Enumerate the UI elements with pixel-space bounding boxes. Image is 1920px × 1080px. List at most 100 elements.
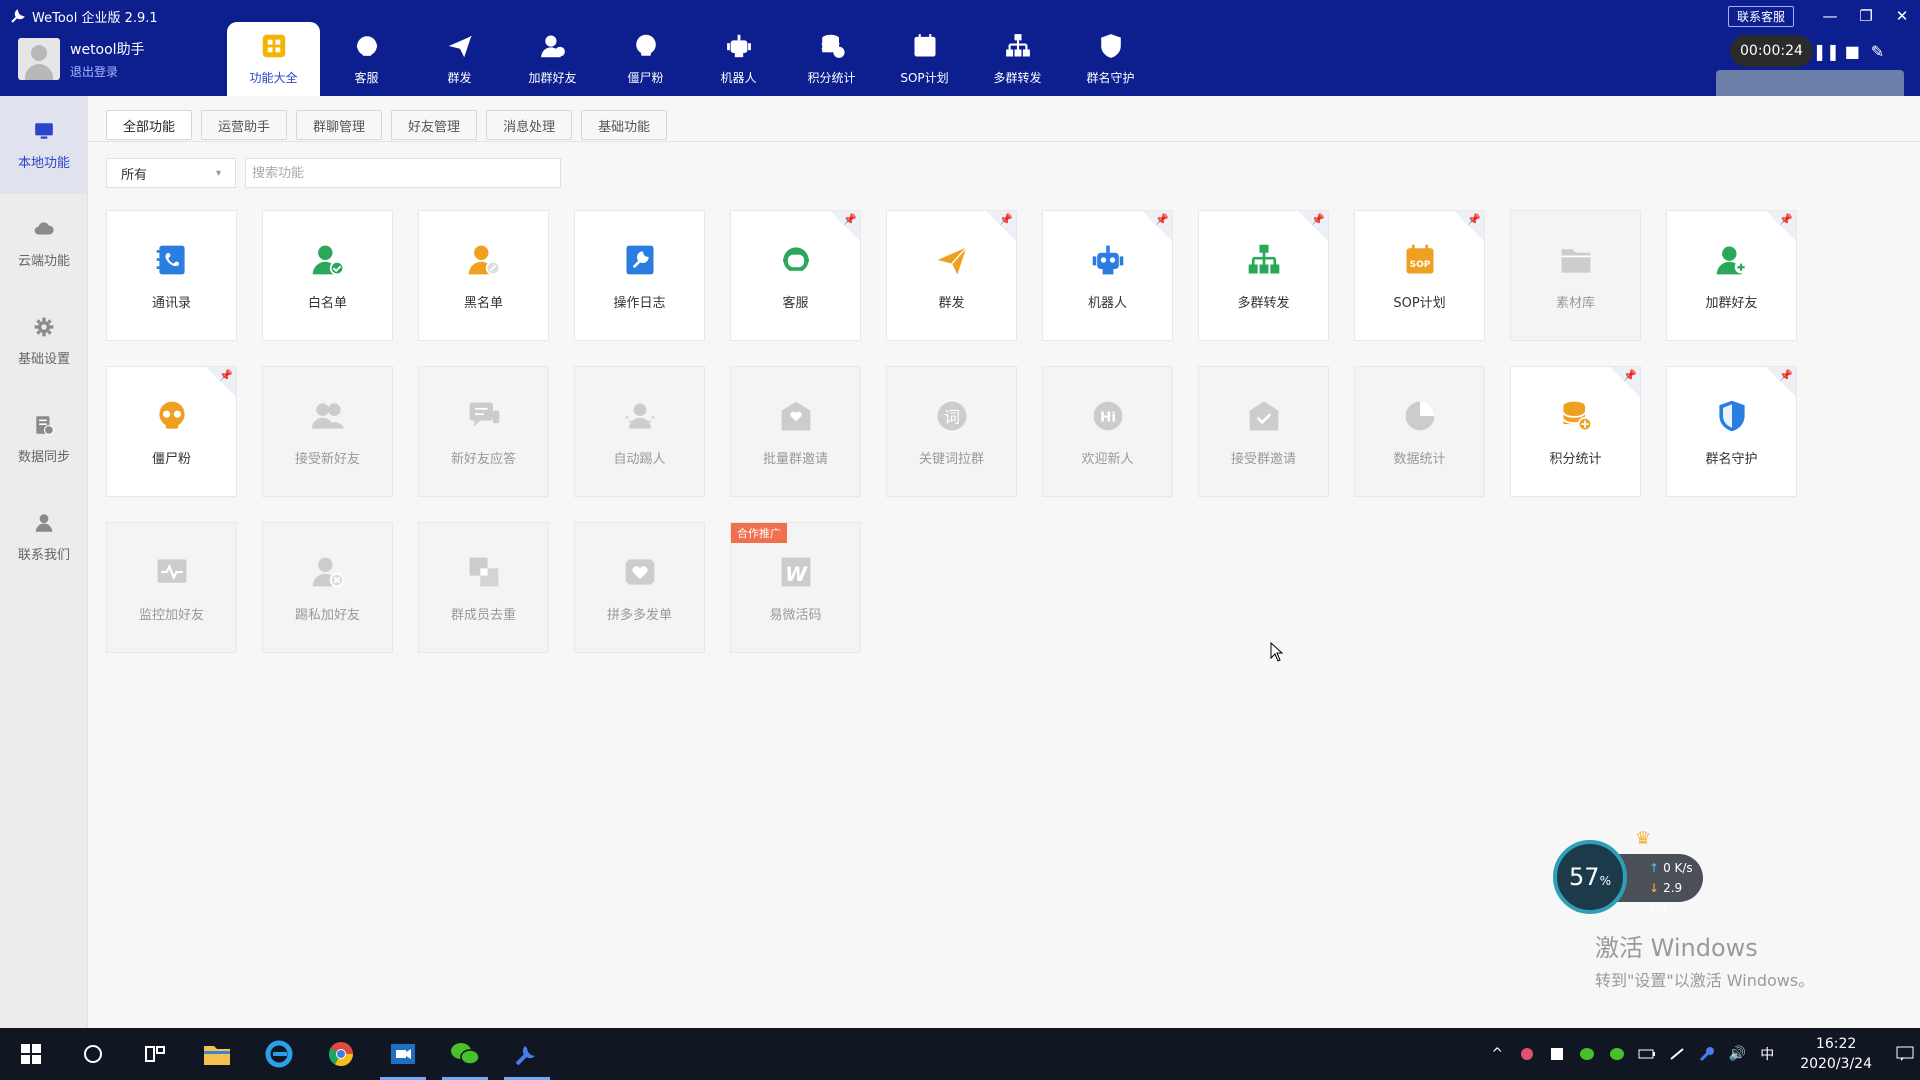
feature-card-shield[interactable]: 📌 群名守护 [1666, 366, 1797, 497]
feature-card-user-remove[interactable]: 踢私加好友 [262, 522, 393, 653]
topnav-item-sop-calendar[interactable]: SOP SOP计划 [878, 22, 971, 96]
sidebar-item-gear[interactable]: 基础设置 [0, 292, 88, 390]
network-icon[interactable] [1662, 1028, 1692, 1080]
ime-indicator[interactable]: 中 [1752, 1028, 1782, 1080]
search-button[interactable] [62, 1028, 124, 1080]
chrome-button[interactable] [310, 1028, 372, 1080]
topnav-item-skull[interactable]: 僵尸粉 [599, 22, 692, 96]
pin-icon[interactable]: 📌 [1467, 213, 1481, 226]
start-button[interactable] [0, 1028, 62, 1080]
stop-icon[interactable]: ■ [1840, 37, 1865, 65]
feature-card-add-user[interactable]: 📌 加群好友 [1666, 210, 1797, 341]
keyword-icon: 词 [932, 396, 972, 436]
topnav-item-shield[interactable]: 群名守护 [1064, 22, 1157, 96]
feature-card-dedupe[interactable]: 群成员去重 [418, 522, 549, 653]
contact-support-button[interactable]: 联系客服 [1727, 5, 1794, 27]
feature-card-envelope-check[interactable]: 接受群邀请 [1198, 366, 1329, 497]
feature-label: SOP计划 [1393, 296, 1446, 311]
pen-icon[interactable]: ✎ [1865, 37, 1890, 65]
feature-card-envelope-heart[interactable]: 批量群邀请 [730, 366, 861, 497]
feature-card-w-logo[interactable]: 合作推广 W 易微活码 [730, 522, 861, 653]
window-title: WeTool 企业版 2.9.1 [10, 6, 158, 26]
feature-card-pie-chart[interactable]: 数据统计 [1354, 366, 1485, 497]
tray-shield-icon[interactable] [1542, 1028, 1572, 1080]
folder-icon [204, 1046, 230, 1065]
tab-5[interactable]: 基础功能 [581, 110, 668, 140]
contacts-icon [152, 240, 192, 280]
feature-card-chat[interactable]: 新好友应答 [418, 366, 549, 497]
feature-card-folder[interactable]: 素材库 [1510, 210, 1641, 341]
topnav-item-grid[interactable]: 功能大全 [227, 22, 320, 96]
search-input[interactable] [245, 158, 561, 188]
feature-card-hi[interactable]: Hi 欢迎新人 [1042, 366, 1173, 497]
tab-3[interactable]: 好友管理 [391, 110, 478, 140]
volume-icon[interactable]: 🔊 [1722, 1028, 1752, 1080]
feature-card-robot[interactable]: 📌 机器人 [1042, 210, 1173, 341]
sidebar-item-sync[interactable]: 数据同步 [0, 390, 88, 488]
pin-icon[interactable]: 📌 [999, 213, 1013, 226]
battery-icon[interactable] [1632, 1028, 1662, 1080]
feature-card-coins[interactable]: 📌 积分统计 [1510, 366, 1641, 497]
topnav-item-robot[interactable]: 机器人 [692, 22, 785, 96]
tray-wechat-icon[interactable] [1572, 1028, 1602, 1080]
tray-wechat-work-icon[interactable] [1602, 1028, 1632, 1080]
topnav-item-label: 群发 [447, 71, 472, 85]
feature-card-blacklist[interactable]: 黑名单 [418, 210, 549, 341]
pin-icon[interactable]: 📌 [1155, 213, 1169, 226]
tray-wrench-icon[interactable] [1692, 1028, 1722, 1080]
feature-card-pdd[interactable]: 拼多多发单 [574, 522, 705, 653]
network-monitor-widget[interactable]: ↑ 0 K/s ↓ 2.9 K/s 57% ♛ [1553, 828, 1705, 918]
topnav-item-coins[interactable]: 积分统计 [785, 22, 878, 96]
minimize-button[interactable]: — [1812, 4, 1848, 28]
pin-icon[interactable]: 📌 [843, 213, 857, 226]
feature-card-users[interactable]: 接受新好友 [262, 366, 393, 497]
category-filter-select[interactable]: 所有 ▾ [106, 158, 236, 188]
feature-card-paper-plane[interactable]: 📌 群发 [886, 210, 1017, 341]
tab-0[interactable]: 全部功能 [106, 110, 193, 140]
user-remove-icon [308, 552, 348, 592]
close-button[interactable]: ✕ [1884, 4, 1920, 28]
tray-app-icon[interactable] [1512, 1028, 1542, 1080]
tab-2[interactable]: 群聊管理 [296, 110, 383, 140]
feature-card-sop-calendar[interactable]: 📌 SOP SOP计划 [1354, 210, 1485, 341]
pin-icon[interactable]: 📌 [1311, 213, 1325, 226]
avatar[interactable] [18, 38, 60, 80]
pin-icon[interactable]: 📌 [219, 369, 233, 382]
file-explorer-button[interactable] [186, 1028, 248, 1080]
topnav-item-paper-plane[interactable]: 群发 [413, 22, 506, 96]
topnav-item-hierarchy[interactable]: 多群转发 [971, 22, 1064, 96]
restore-button[interactable]: ❐ [1848, 4, 1884, 28]
logout-link[interactable]: 退出登录 [70, 63, 145, 80]
feature-card-kick[interactable]: 自动踢人 [574, 366, 705, 497]
category-tabs: 全部功能 运营助手 群聊管理 好友管理 消息处理 基础功能 [106, 110, 676, 140]
topnav-item-add-user[interactable]: 加群好友 [506, 22, 599, 96]
svg-text:Hi: Hi [1100, 409, 1116, 425]
edge-browser-button[interactable] [248, 1028, 310, 1080]
wechat-taskbar-button[interactable] [434, 1028, 496, 1080]
clock[interactable]: 16:22 2020/3/24 [1782, 1034, 1890, 1074]
wetool-taskbar-button[interactable] [496, 1028, 558, 1080]
tab-1[interactable]: 运营助手 [201, 110, 288, 140]
pin-icon[interactable]: 📌 [1779, 369, 1793, 382]
feature-card-hierarchy[interactable]: 📌 多群转发 [1198, 210, 1329, 341]
feature-card-keyword[interactable]: 词关键词拉群 [886, 366, 1017, 497]
feature-card-skull[interactable]: 📌 僵尸粉 [106, 366, 237, 497]
task-view-button[interactable] [124, 1028, 186, 1080]
sidebar-item-monitor[interactable]: 本地功能 [0, 96, 88, 194]
tab-4[interactable]: 消息处理 [486, 110, 573, 140]
topnav-item-headset[interactable]: 客服 [320, 22, 413, 96]
pause-icon[interactable]: ❚❚ [1813, 37, 1840, 65]
action-center-icon[interactable] [1890, 1028, 1920, 1080]
feature-card-headset[interactable]: 📌 客服 [730, 210, 861, 341]
sidebar-item-cloud[interactable]: 云端功能 [0, 194, 88, 292]
feature-card-whitelist[interactable]: 白名单 [262, 210, 393, 341]
feature-card-log[interactable]: 操作日志 [574, 210, 705, 341]
feature-card-monitor-wave[interactable]: 监控加好友 [106, 522, 237, 653]
show-hidden-icons-chevron-icon[interactable]: ^ [1482, 1028, 1512, 1080]
pin-icon[interactable]: 📌 [1623, 369, 1637, 382]
sidebar-item-label: 本地功能 [17, 155, 70, 171]
sidebar-item-person[interactable]: 联系我们 [0, 488, 88, 586]
screen-recorder-taskbar-button[interactable] [372, 1028, 434, 1080]
pin-icon[interactable]: 📌 [1779, 213, 1793, 226]
feature-card-contacts[interactable]: 通讯录 [106, 210, 237, 341]
